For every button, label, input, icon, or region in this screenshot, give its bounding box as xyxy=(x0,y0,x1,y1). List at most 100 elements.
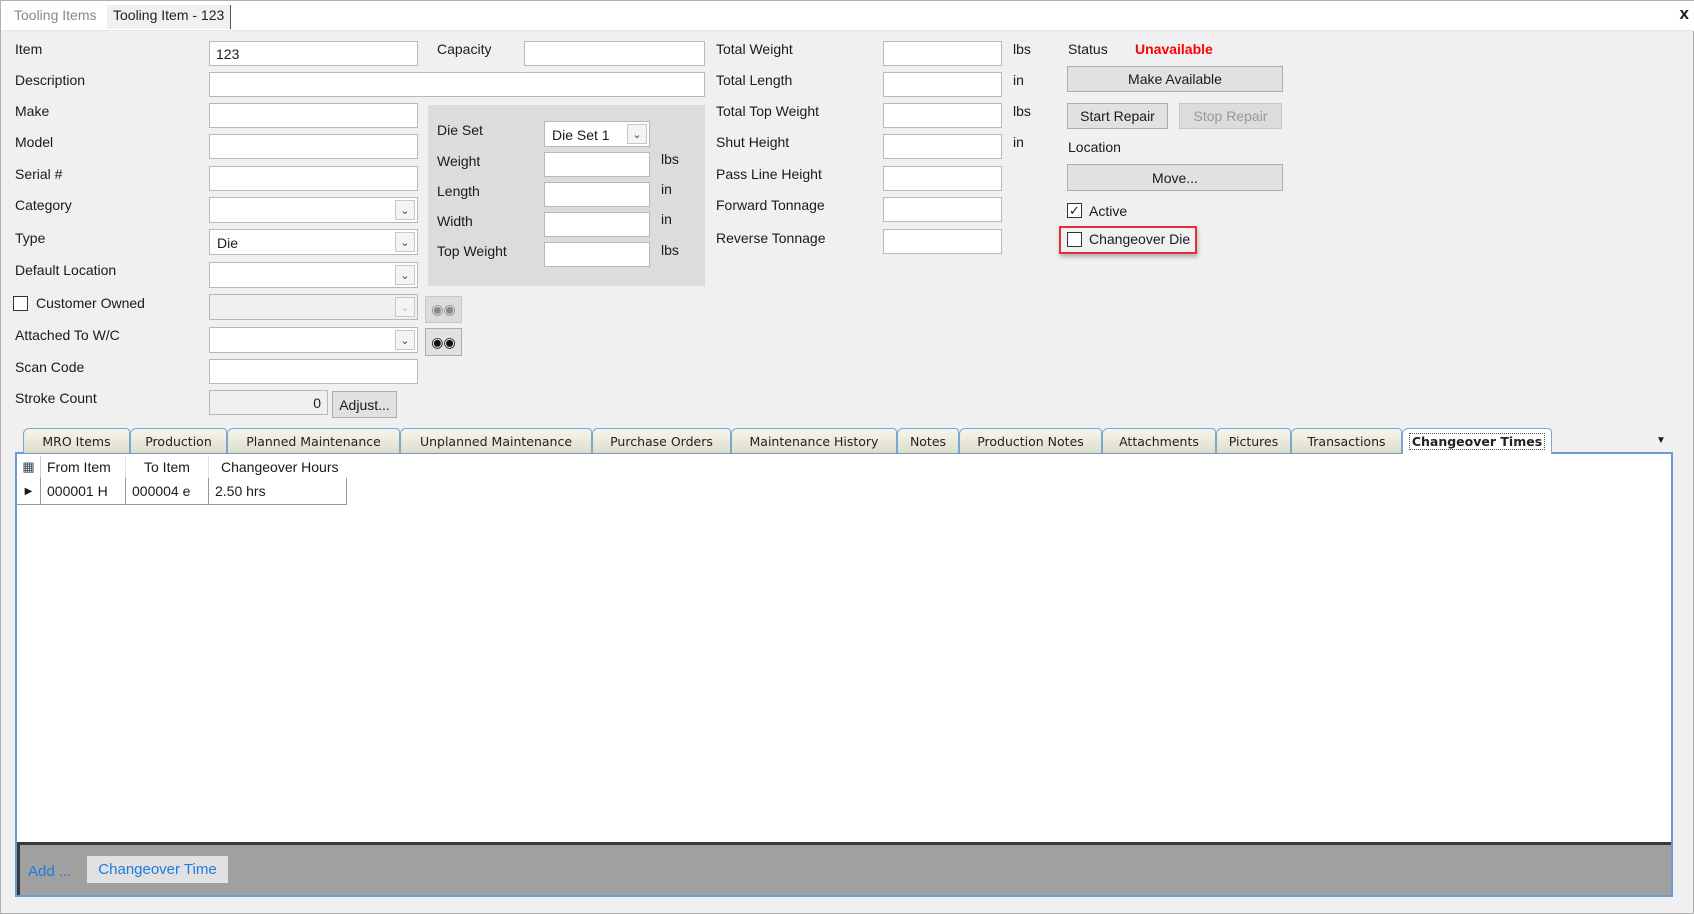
default-location-label: Default Location xyxy=(15,262,117,278)
start-repair-button[interactable]: Start Repair xyxy=(1067,103,1168,129)
category-label: Category xyxy=(15,197,72,213)
capacity-label: Capacity xyxy=(437,41,492,57)
tab-mro-items[interactable]: MRO Items xyxy=(23,428,130,453)
tab-pictures[interactable]: Pictures xyxy=(1216,428,1291,453)
document-tab-strip: Tooling Items Tooling Item - 123 x xyxy=(1,1,1694,31)
attached-wc-select[interactable]: ⌄ xyxy=(209,327,418,353)
total-length-input[interactable] xyxy=(883,72,1002,97)
cell-changeover-hours[interactable]: 2.50 hrs xyxy=(209,478,346,504)
doc-tab-tooling-items[interactable]: Tooling Items xyxy=(14,7,96,23)
weight-input[interactable] xyxy=(544,152,650,177)
reverse-tonnage-label: Reverse Tonnage xyxy=(716,230,826,246)
cell-to-item[interactable]: 000004 e xyxy=(126,478,209,504)
doc-tab-tooling-item-123[interactable]: Tooling Item - 123 xyxy=(107,5,232,29)
total-top-weight-input[interactable] xyxy=(883,103,1002,128)
die-set-select[interactable]: Die Set 1 ⌄ xyxy=(544,121,650,147)
pass-line-height-input[interactable] xyxy=(883,166,1002,191)
tab-unplanned-maintenance[interactable]: Unplanned Maintenance xyxy=(400,428,592,453)
chevron-down-icon[interactable]: ⌄ xyxy=(395,265,415,285)
add-changeover-time-button[interactable]: Changeover Time xyxy=(87,856,228,883)
move-button[interactable]: Move... xyxy=(1067,164,1283,191)
chevron-down-icon[interactable]: ⌄ xyxy=(395,330,415,350)
tab-attachments[interactable]: Attachments xyxy=(1102,428,1216,453)
top-weight-unit: lbs xyxy=(661,242,679,258)
description-input[interactable] xyxy=(209,72,705,97)
top-weight-label: Top Weight xyxy=(437,243,507,259)
top-weight-input[interactable] xyxy=(544,242,650,267)
total-top-weight-unit: lbs xyxy=(1013,103,1031,119)
tab-overflow-arrow-icon[interactable]: ▼ xyxy=(1656,435,1666,446)
total-length-label: Total Length xyxy=(716,72,793,88)
tab-production[interactable]: Production xyxy=(130,428,227,453)
customer-owned-label: Customer Owned xyxy=(36,295,145,311)
active-checkbox[interactable]: ✓ xyxy=(1067,203,1082,218)
item-input[interactable]: 123 xyxy=(209,41,418,66)
grid-toolbar: Add ... Changeover Time xyxy=(17,842,1671,895)
pass-line-height-label: Pass Line Height xyxy=(716,166,822,182)
weight-unit: lbs xyxy=(661,151,679,167)
default-location-select[interactable]: ⌄ xyxy=(209,262,418,288)
tab-transactions[interactable]: Transactions xyxy=(1291,428,1402,453)
adjust-button[interactable]: Adjust... xyxy=(332,391,397,418)
total-weight-unit: lbs xyxy=(1013,41,1031,57)
tab-purchase-orders[interactable]: Purchase Orders xyxy=(592,428,731,453)
table-row[interactable]: ▶ 000001 H 000004 e 2.50 hrs xyxy=(17,478,347,505)
forward-tonnage-input[interactable] xyxy=(883,197,1002,222)
tab-notes[interactable]: Notes xyxy=(897,428,959,453)
location-label: Location xyxy=(1068,139,1121,155)
close-icon[interactable]: x xyxy=(1680,4,1689,24)
chevron-down-icon[interactable]: ⌄ xyxy=(395,200,415,220)
shut-height-label: Shut Height xyxy=(716,134,790,150)
add-link[interactable]: Add ... xyxy=(28,863,71,880)
length-input[interactable] xyxy=(544,182,650,207)
model-label: Model xyxy=(15,134,54,150)
type-select[interactable]: Die ⌄ xyxy=(209,229,418,255)
make-available-button[interactable]: Make Available xyxy=(1067,66,1283,92)
capacity-input[interactable] xyxy=(524,41,705,66)
tab-planned-maintenance[interactable]: Planned Maintenance xyxy=(227,428,400,453)
tab-production-notes[interactable]: Production Notes xyxy=(959,428,1102,453)
changeover-die-label: Changeover Die xyxy=(1089,231,1191,247)
total-length-unit: in xyxy=(1013,72,1024,88)
die-set-label: Die Set xyxy=(437,122,483,138)
changeover-die-checkbox[interactable] xyxy=(1067,232,1082,247)
serial-input[interactable] xyxy=(209,166,418,191)
customer-owned-checkbox[interactable] xyxy=(13,296,28,311)
column-header-changeover-hours[interactable]: Changeover Hours xyxy=(209,456,347,478)
tab-changeover-times[interactable]: Changeover Times xyxy=(1402,428,1552,454)
chevron-down-icon[interactable]: ⌄ xyxy=(627,124,647,144)
row-selector-icon[interactable]: ▶ xyxy=(17,478,41,504)
chevron-down-icon[interactable]: ⌄ xyxy=(395,232,415,252)
binoculars-icon: ◉◉ xyxy=(431,301,456,317)
width-input[interactable] xyxy=(544,212,650,237)
shut-height-unit: in xyxy=(1013,134,1024,150)
status-value: Unavailable xyxy=(1135,41,1213,57)
column-header-to-item[interactable]: To Item xyxy=(126,456,209,478)
column-chooser-icon[interactable]: ▦ xyxy=(17,456,41,478)
make-input[interactable] xyxy=(209,103,418,128)
type-value: Die xyxy=(217,235,239,251)
model-input[interactable] xyxy=(209,134,418,159)
customer-search-button: ◉◉ xyxy=(425,296,462,323)
make-label: Make xyxy=(15,103,50,119)
cell-from-item[interactable]: 000001 H xyxy=(41,478,126,504)
tab-maintenance-history[interactable]: Maintenance History xyxy=(731,428,897,453)
stop-repair-button: Stop Repair xyxy=(1179,103,1282,129)
type-label: Type xyxy=(15,230,46,246)
length-label: Length xyxy=(437,183,480,199)
item-label: Item xyxy=(15,41,43,57)
forward-tonnage-label: Forward Tonnage xyxy=(716,197,825,213)
category-select[interactable]: ⌄ xyxy=(209,197,418,223)
total-weight-input[interactable] xyxy=(883,41,1002,66)
wc-search-button[interactable]: ◉◉ xyxy=(425,328,462,356)
shut-height-input[interactable] xyxy=(883,134,1002,159)
column-header-from-item[interactable]: From Item xyxy=(41,456,126,478)
reverse-tonnage-input[interactable] xyxy=(883,229,1002,254)
length-unit: in xyxy=(661,181,672,197)
stroke-count-label: Stroke Count xyxy=(15,390,97,406)
total-weight-label: Total Weight xyxy=(716,41,793,57)
stroke-count-input: 0 xyxy=(209,390,328,415)
scan-code-input[interactable] xyxy=(209,359,418,384)
attached-wc-label: Attached To W/C xyxy=(15,327,120,343)
scan-code-label: Scan Code xyxy=(15,359,85,375)
